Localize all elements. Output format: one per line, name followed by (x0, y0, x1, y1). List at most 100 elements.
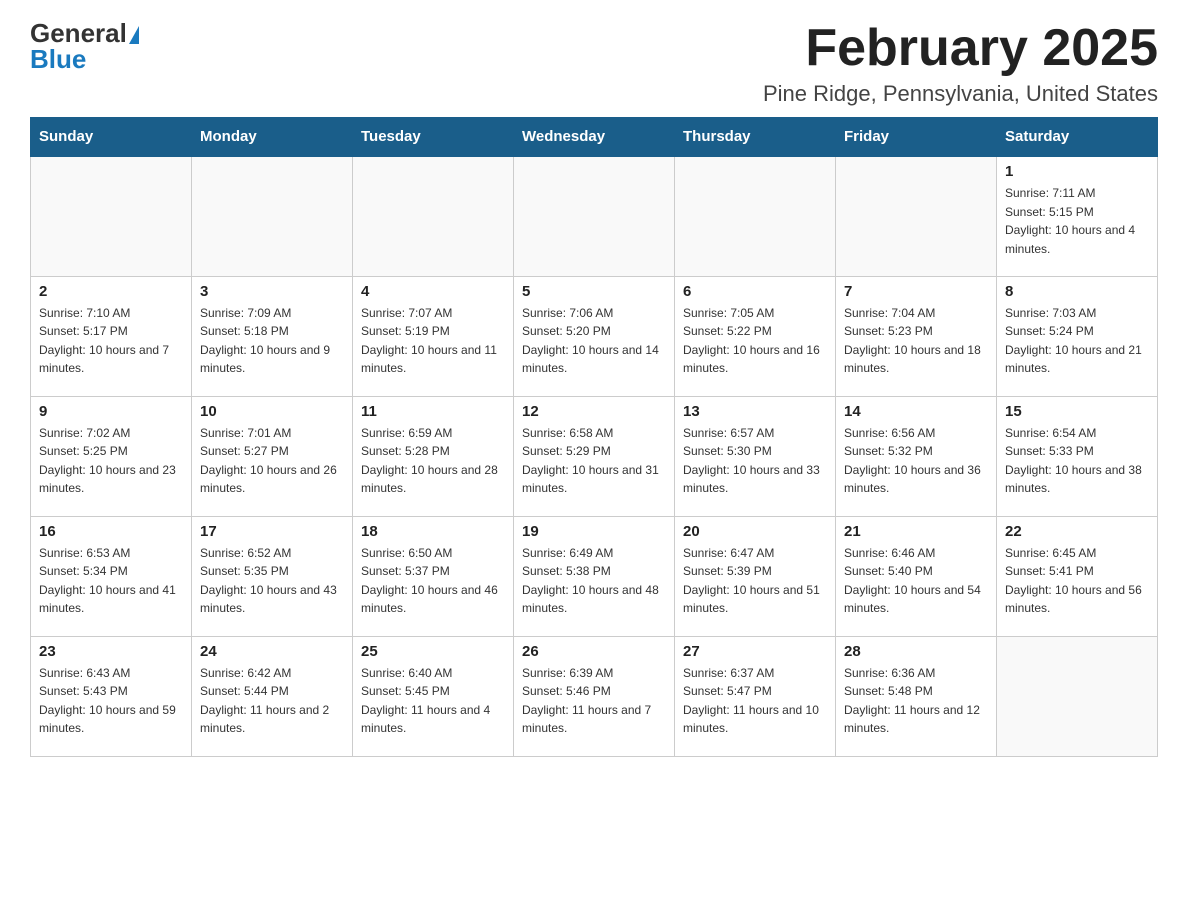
day-number: 23 (39, 643, 183, 660)
calendar-day-cell: 21 Sunrise: 6:46 AMSunset: 5:40 PMDayligh… (836, 516, 997, 636)
calendar-day-cell: 15 Sunrise: 6:54 AMSunset: 5:33 PMDayligh… (997, 396, 1158, 516)
day-number: 10 (200, 403, 344, 420)
calendar-day-cell: 17Sunrise: 6:52 AMSunset: 5:35 PMDayligh… (192, 516, 353, 636)
day-number: 22 (1005, 523, 1149, 540)
day-of-week-header: Tuesday (353, 118, 514, 157)
logo-triangle-icon (129, 26, 139, 44)
calendar-day-cell (353, 156, 514, 276)
day-info: Sunrise: 7:10 AMSunset: 5:17 PMDaylight:… (39, 304, 183, 378)
day-info: Sunrise: 6:59 AMSunset: 5:28 PMDaylight:… (361, 424, 505, 498)
day-info: Sunrise: 6:49 AMSunset: 5:38 PMDaylight:… (522, 544, 666, 618)
calendar-day-cell (836, 156, 997, 276)
calendar-day-cell: 7Sunrise: 7:04 AMSunset: 5:23 PMDaylight… (836, 276, 997, 396)
calendar-day-cell: 20 Sunrise: 6:47 AMSunset: 5:39 PMDayligh… (675, 516, 836, 636)
calendar-day-cell (31, 156, 192, 276)
calendar-day-cell: 22 Sunrise: 6:45 AMSunset: 5:41 PMDayligh… (997, 516, 1158, 636)
day-number: 13 (683, 403, 827, 420)
day-number: 26 (522, 643, 666, 660)
day-info: Sunrise: 7:01 AMSunset: 5:27 PMDaylight:… (200, 424, 344, 498)
day-number: 14 (844, 403, 988, 420)
calendar-week-row: 1 Sunrise: 7:11 AMSunset: 5:15 PMDaylight… (31, 156, 1158, 276)
day-info: Sunrise: 7:07 AMSunset: 5:19 PMDaylight:… (361, 304, 505, 378)
day-info: Sunrise: 7:02 AMSunset: 5:25 PMDaylight:… (39, 424, 183, 498)
day-info: Sunrise: 6:37 AMSunset: 5:47 PMDaylight:… (683, 664, 827, 738)
calendar-day-cell: 23 Sunrise: 6:43 AMSunset: 5:43 PMDayligh… (31, 636, 192, 756)
day-info: Sunrise: 6:39 AMSunset: 5:46 PMDaylight:… (522, 664, 666, 738)
day-number: 20 (683, 523, 827, 540)
day-number: 25 (361, 643, 505, 660)
day-number: 5 (522, 283, 666, 300)
day-info: Sunrise: 7:06 AMSunset: 5:20 PMDaylight:… (522, 304, 666, 378)
day-of-week-header: Monday (192, 118, 353, 157)
calendar-day-cell: 13 Sunrise: 6:57 AMSunset: 5:30 PMDayligh… (675, 396, 836, 516)
title-block: February 2025 Pine Ridge, Pennsylvania, … (763, 20, 1158, 107)
calendar-day-cell: 8Sunrise: 7:03 AMSunset: 5:24 PMDaylight… (997, 276, 1158, 396)
day-of-week-header: Sunday (31, 118, 192, 157)
calendar-day-cell: 19 Sunrise: 6:49 AMSunset: 5:38 PMDayligh… (514, 516, 675, 636)
day-info: Sunrise: 6:40 AMSunset: 5:45 PMDaylight:… (361, 664, 505, 738)
day-of-week-header: Friday (836, 118, 997, 157)
calendar-day-cell: 16Sunrise: 6:53 AMSunset: 5:34 PMDayligh… (31, 516, 192, 636)
day-number: 11 (361, 403, 505, 420)
day-number: 7 (844, 283, 988, 300)
logo-blue-text: Blue (30, 46, 86, 72)
calendar-day-cell (192, 156, 353, 276)
day-info: Sunrise: 6:57 AMSunset: 5:30 PMDaylight:… (683, 424, 827, 498)
page-header: General Blue February 2025 Pine Ridge, P… (30, 20, 1158, 107)
calendar-day-cell: 10 Sunrise: 7:01 AMSunset: 5:27 PMDayligh… (192, 396, 353, 516)
day-number: 12 (522, 403, 666, 420)
day-number: 28 (844, 643, 988, 660)
day-info: Sunrise: 6:43 AMSunset: 5:43 PMDaylight:… (39, 664, 183, 738)
day-number: 21 (844, 523, 988, 540)
calendar-day-cell: 4 Sunrise: 7:07 AMSunset: 5:19 PMDaylight… (353, 276, 514, 396)
day-number: 27 (683, 643, 827, 660)
day-info: Sunrise: 6:36 AMSunset: 5:48 PMDaylight:… (844, 664, 988, 738)
calendar-table: SundayMondayTuesdayWednesdayThursdayFrid… (30, 117, 1158, 757)
calendar-day-cell: 1 Sunrise: 7:11 AMSunset: 5:15 PMDaylight… (997, 156, 1158, 276)
day-number: 6 (683, 283, 827, 300)
day-info: Sunrise: 6:58 AMSunset: 5:29 PMDaylight:… (522, 424, 666, 498)
day-info: Sunrise: 6:42 AMSunset: 5:44 PMDaylight:… (200, 664, 344, 738)
calendar-week-row: 23 Sunrise: 6:43 AMSunset: 5:43 PMDayligh… (31, 636, 1158, 756)
day-info: Sunrise: 7:11 AMSunset: 5:15 PMDaylight:… (1005, 184, 1149, 258)
location-title: Pine Ridge, Pennsylvania, United States (763, 81, 1158, 107)
calendar-day-cell: 11 Sunrise: 6:59 AMSunset: 5:28 PMDayligh… (353, 396, 514, 516)
day-number: 8 (1005, 283, 1149, 300)
day-number: 2 (39, 283, 183, 300)
calendar-day-cell (675, 156, 836, 276)
calendar-week-row: 9Sunrise: 7:02 AMSunset: 5:25 PMDaylight… (31, 396, 1158, 516)
day-info: Sunrise: 6:54 AMSunset: 5:33 PMDaylight:… (1005, 424, 1149, 498)
calendar-header-row: SundayMondayTuesdayWednesdayThursdayFrid… (31, 118, 1158, 157)
calendar-day-cell: 18 Sunrise: 6:50 AMSunset: 5:37 PMDayligh… (353, 516, 514, 636)
day-of-week-header: Saturday (997, 118, 1158, 157)
calendar-day-cell: 3 Sunrise: 7:09 AMSunset: 5:18 PMDaylight… (192, 276, 353, 396)
day-info: Sunrise: 6:52 AMSunset: 5:35 PMDaylight:… (200, 544, 344, 618)
day-number: 1 (1005, 163, 1149, 180)
calendar-day-cell: 26 Sunrise: 6:39 AMSunset: 5:46 PMDayligh… (514, 636, 675, 756)
month-title: February 2025 (763, 20, 1158, 77)
day-info: Sunrise: 6:53 AMSunset: 5:34 PMDaylight:… (39, 544, 183, 618)
day-number: 15 (1005, 403, 1149, 420)
day-info: Sunrise: 6:47 AMSunset: 5:39 PMDaylight:… (683, 544, 827, 618)
calendar-day-cell: 27 Sunrise: 6:37 AMSunset: 5:47 PMDayligh… (675, 636, 836, 756)
calendar-day-cell: 12 Sunrise: 6:58 AMSunset: 5:29 PMDayligh… (514, 396, 675, 516)
logo-general-text: General (30, 20, 139, 46)
calendar-day-cell: 14 Sunrise: 6:56 AMSunset: 5:32 PMDayligh… (836, 396, 997, 516)
calendar-week-row: 2 Sunrise: 7:10 AMSunset: 5:17 PMDaylight… (31, 276, 1158, 396)
day-number: 3 (200, 283, 344, 300)
day-info: Sunrise: 7:09 AMSunset: 5:18 PMDaylight:… (200, 304, 344, 378)
calendar-week-row: 16Sunrise: 6:53 AMSunset: 5:34 PMDayligh… (31, 516, 1158, 636)
day-number: 18 (361, 523, 505, 540)
day-of-week-header: Thursday (675, 118, 836, 157)
calendar-day-cell: 6 Sunrise: 7:05 AMSunset: 5:22 PMDaylight… (675, 276, 836, 396)
day-info: Sunrise: 7:05 AMSunset: 5:22 PMDaylight:… (683, 304, 827, 378)
day-info: Sunrise: 6:56 AMSunset: 5:32 PMDaylight:… (844, 424, 988, 498)
calendar-day-cell: 9Sunrise: 7:02 AMSunset: 5:25 PMDaylight… (31, 396, 192, 516)
day-info: Sunrise: 6:46 AMSunset: 5:40 PMDaylight:… (844, 544, 988, 618)
day-number: 19 (522, 523, 666, 540)
calendar-day-cell: 25 Sunrise: 6:40 AMSunset: 5:45 PMDayligh… (353, 636, 514, 756)
day-info: Sunrise: 6:50 AMSunset: 5:37 PMDaylight:… (361, 544, 505, 618)
day-number: 4 (361, 283, 505, 300)
calendar-day-cell: 5 Sunrise: 7:06 AMSunset: 5:20 PMDaylight… (514, 276, 675, 396)
day-info: Sunrise: 6:45 AMSunset: 5:41 PMDaylight:… (1005, 544, 1149, 618)
